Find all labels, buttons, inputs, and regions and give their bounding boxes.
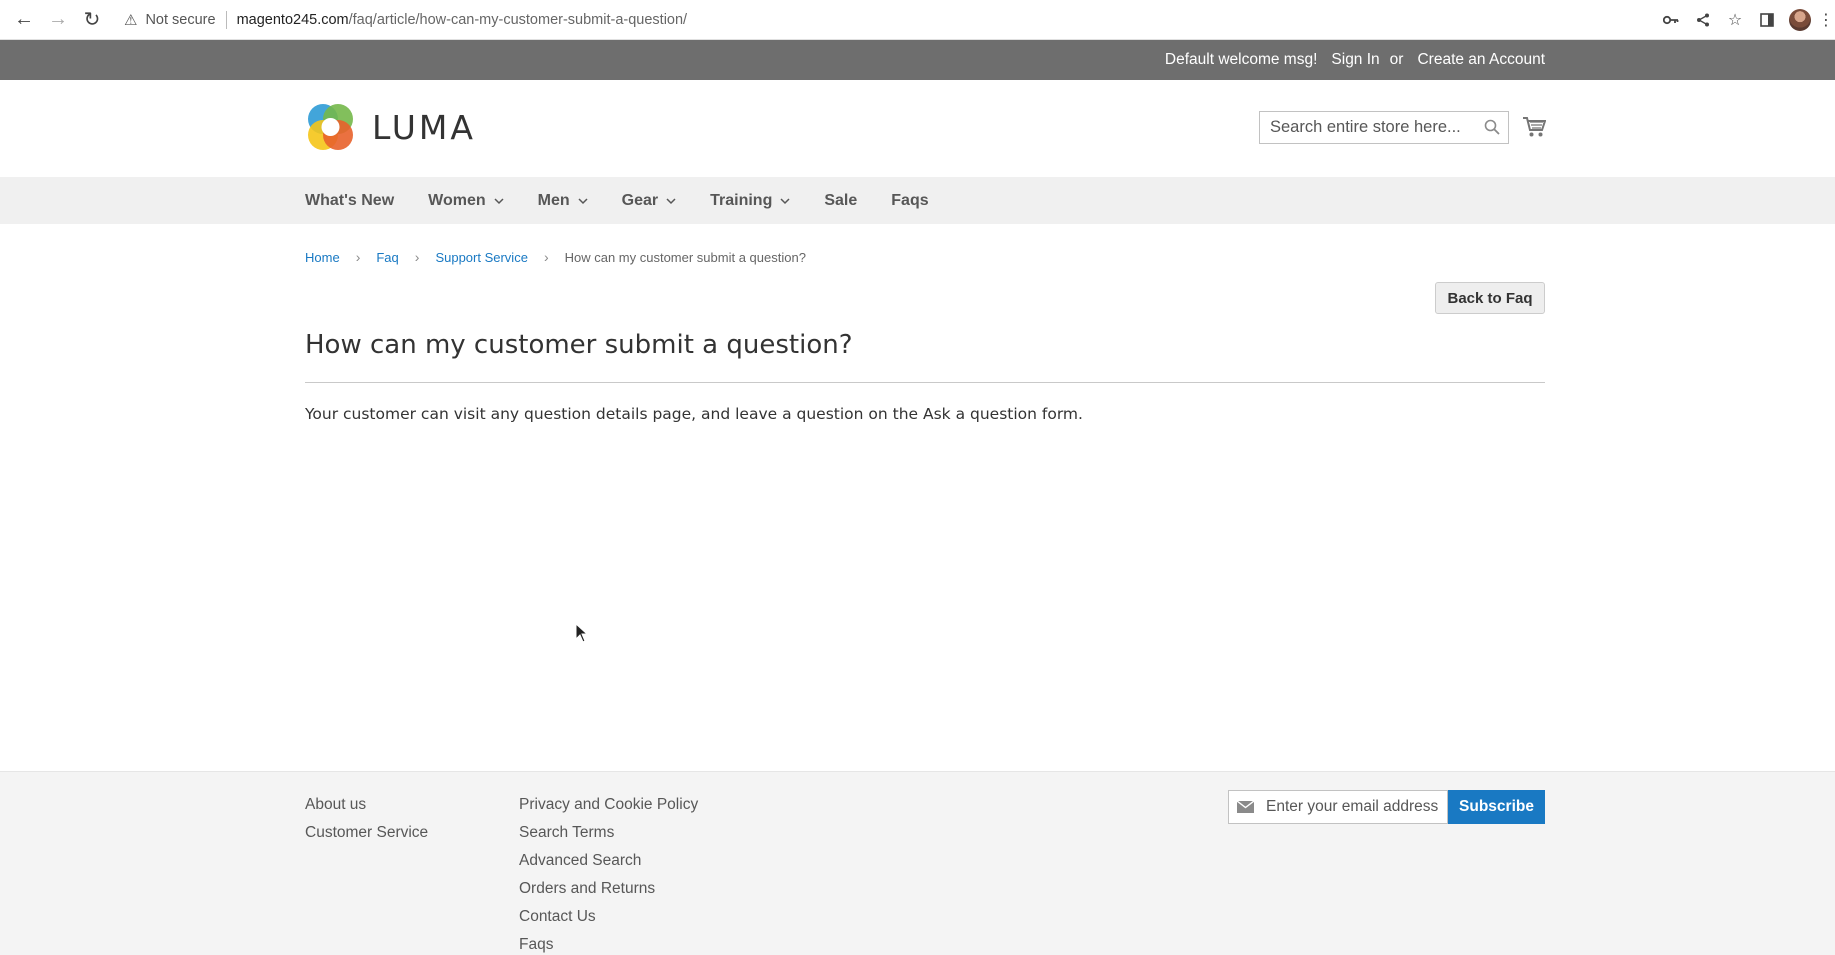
luma-logo-icon: [308, 104, 353, 150]
nav-item-sale[interactable]: Sale: [824, 192, 857, 210]
back-arrow-icon[interactable]: ←: [10, 6, 38, 34]
nav-item-women[interactable]: Women: [428, 191, 504, 210]
url-path: /faq/article/how-can-my-customer-submit-…: [348, 11, 688, 28]
or-text: or: [1389, 51, 1404, 68]
create-account-link[interactable]: Create an Account: [1417, 51, 1545, 69]
nav-label: Men: [537, 191, 570, 209]
nav-item-men[interactable]: Men: [538, 192, 588, 210]
footer-link-faqs[interactable]: Faqs: [519, 931, 698, 955]
logo-text: LUMA: [372, 107, 476, 147]
article-body: Your customer can visit any question det…: [305, 405, 1083, 423]
footer-link-privacy[interactable]: Privacy and Cookie Policy: [519, 791, 698, 819]
luma-logo[interactable]: LUMA: [305, 102, 476, 152]
profile-avatar[interactable]: [1789, 9, 1811, 31]
site-footer: About us Customer Service Privacy and Co…: [0, 771, 1835, 955]
footer-link-customer-service[interactable]: Customer Service: [305, 819, 428, 847]
security-label: Not secure: [145, 11, 216, 28]
newsletter-field[interactable]: [1228, 790, 1448, 824]
breadcrumb-category[interactable]: Support Service: [435, 250, 528, 265]
nav-label: What's New: [305, 191, 395, 209]
browser-toolbar: ← → ↻ ⚠ Not secure magento245.com/faq/ar…: [0, 0, 1835, 40]
address-bar[interactable]: ⚠ Not secure magento245.com/faq/article/…: [124, 5, 687, 35]
top-panel: Default welcome msg! Sign In or Create a…: [0, 40, 1835, 80]
envelope-icon: [1237, 801, 1254, 813]
url-domain: magento245.com: [236, 11, 349, 28]
footer-links-col1: About us Customer Service: [305, 791, 428, 847]
side-panel-icon[interactable]: [1751, 13, 1783, 27]
nav-label: Faqs: [891, 191, 929, 209]
main-navigation: What's New Women Men Gear Training Sale …: [0, 177, 1835, 224]
reload-icon[interactable]: ↻: [78, 6, 106, 34]
search-field[interactable]: [1259, 111, 1509, 144]
chevron-down-icon: [578, 197, 588, 204]
breadcrumb-faq[interactable]: Faq: [376, 250, 398, 265]
cart-icon[interactable]: [1522, 116, 1546, 138]
search-input[interactable]: [1270, 118, 1480, 137]
subscribe-button[interactable]: Subscribe: [1448, 790, 1545, 824]
welcome-message: Default welcome msg!: [1164, 51, 1318, 68]
footer-link-orders-returns[interactable]: Orders and Returns: [519, 875, 698, 903]
page-title: How can my customer submit a question?: [305, 330, 853, 360]
forward-arrow-icon[interactable]: →: [44, 6, 72, 34]
warning-icon: ⚠: [124, 11, 138, 29]
newsletter-email-input[interactable]: [1266, 798, 1446, 816]
bookmark-star-icon[interactable]: ☆: [1719, 10, 1751, 30]
nav-item-training[interactable]: Training: [710, 192, 790, 210]
title-divider: [305, 382, 1545, 383]
chevron-down-icon: [780, 197, 790, 204]
nav-label: Gear: [621, 191, 659, 209]
footer-links-col2: Privacy and Cookie Policy Search Terms A…: [519, 791, 698, 955]
sign-in-link[interactable]: Sign In: [1331, 51, 1379, 69]
chevron-down-icon: [494, 197, 504, 204]
chevron-right-icon: ›: [414, 249, 420, 265]
nav-label: Women: [428, 191, 486, 209]
key-icon[interactable]: [1655, 15, 1687, 25]
nav-label: Training: [710, 191, 773, 209]
newsletter-form: Subscribe: [1228, 790, 1545, 824]
back-to-faq-button[interactable]: Back to Faq: [1435, 282, 1545, 314]
nav-item-whats-new[interactable]: What's New: [305, 192, 394, 210]
footer-link-about-us[interactable]: About us: [305, 791, 428, 819]
menu-kebab-icon[interactable]: ⋮: [1817, 10, 1835, 30]
url-divider: [225, 10, 227, 29]
breadcrumb-current: How can my customer submit a question?: [564, 249, 806, 265]
chevron-down-icon: [666, 197, 676, 204]
nav-item-gear[interactable]: Gear: [622, 192, 676, 210]
site-header: LUMA: [0, 80, 1835, 177]
nav-item-faqs[interactable]: Faqs: [891, 192, 928, 210]
share-icon[interactable]: [1687, 13, 1719, 27]
footer-link-contact-us[interactable]: Contact Us: [519, 903, 698, 931]
breadcrumb-home[interactable]: Home: [305, 250, 340, 265]
chevron-right-icon: ›: [355, 249, 361, 265]
mouse-cursor-icon: [575, 623, 589, 643]
chevron-right-icon: ›: [543, 249, 549, 265]
nav-label: Sale: [824, 191, 858, 209]
breadcrumb: Home › Faq › Support Service › How can m…: [305, 249, 806, 265]
footer-link-advanced-search[interactable]: Advanced Search: [519, 847, 698, 875]
search-icon[interactable]: [1484, 119, 1500, 135]
footer-link-search-terms[interactable]: Search Terms: [519, 819, 698, 847]
